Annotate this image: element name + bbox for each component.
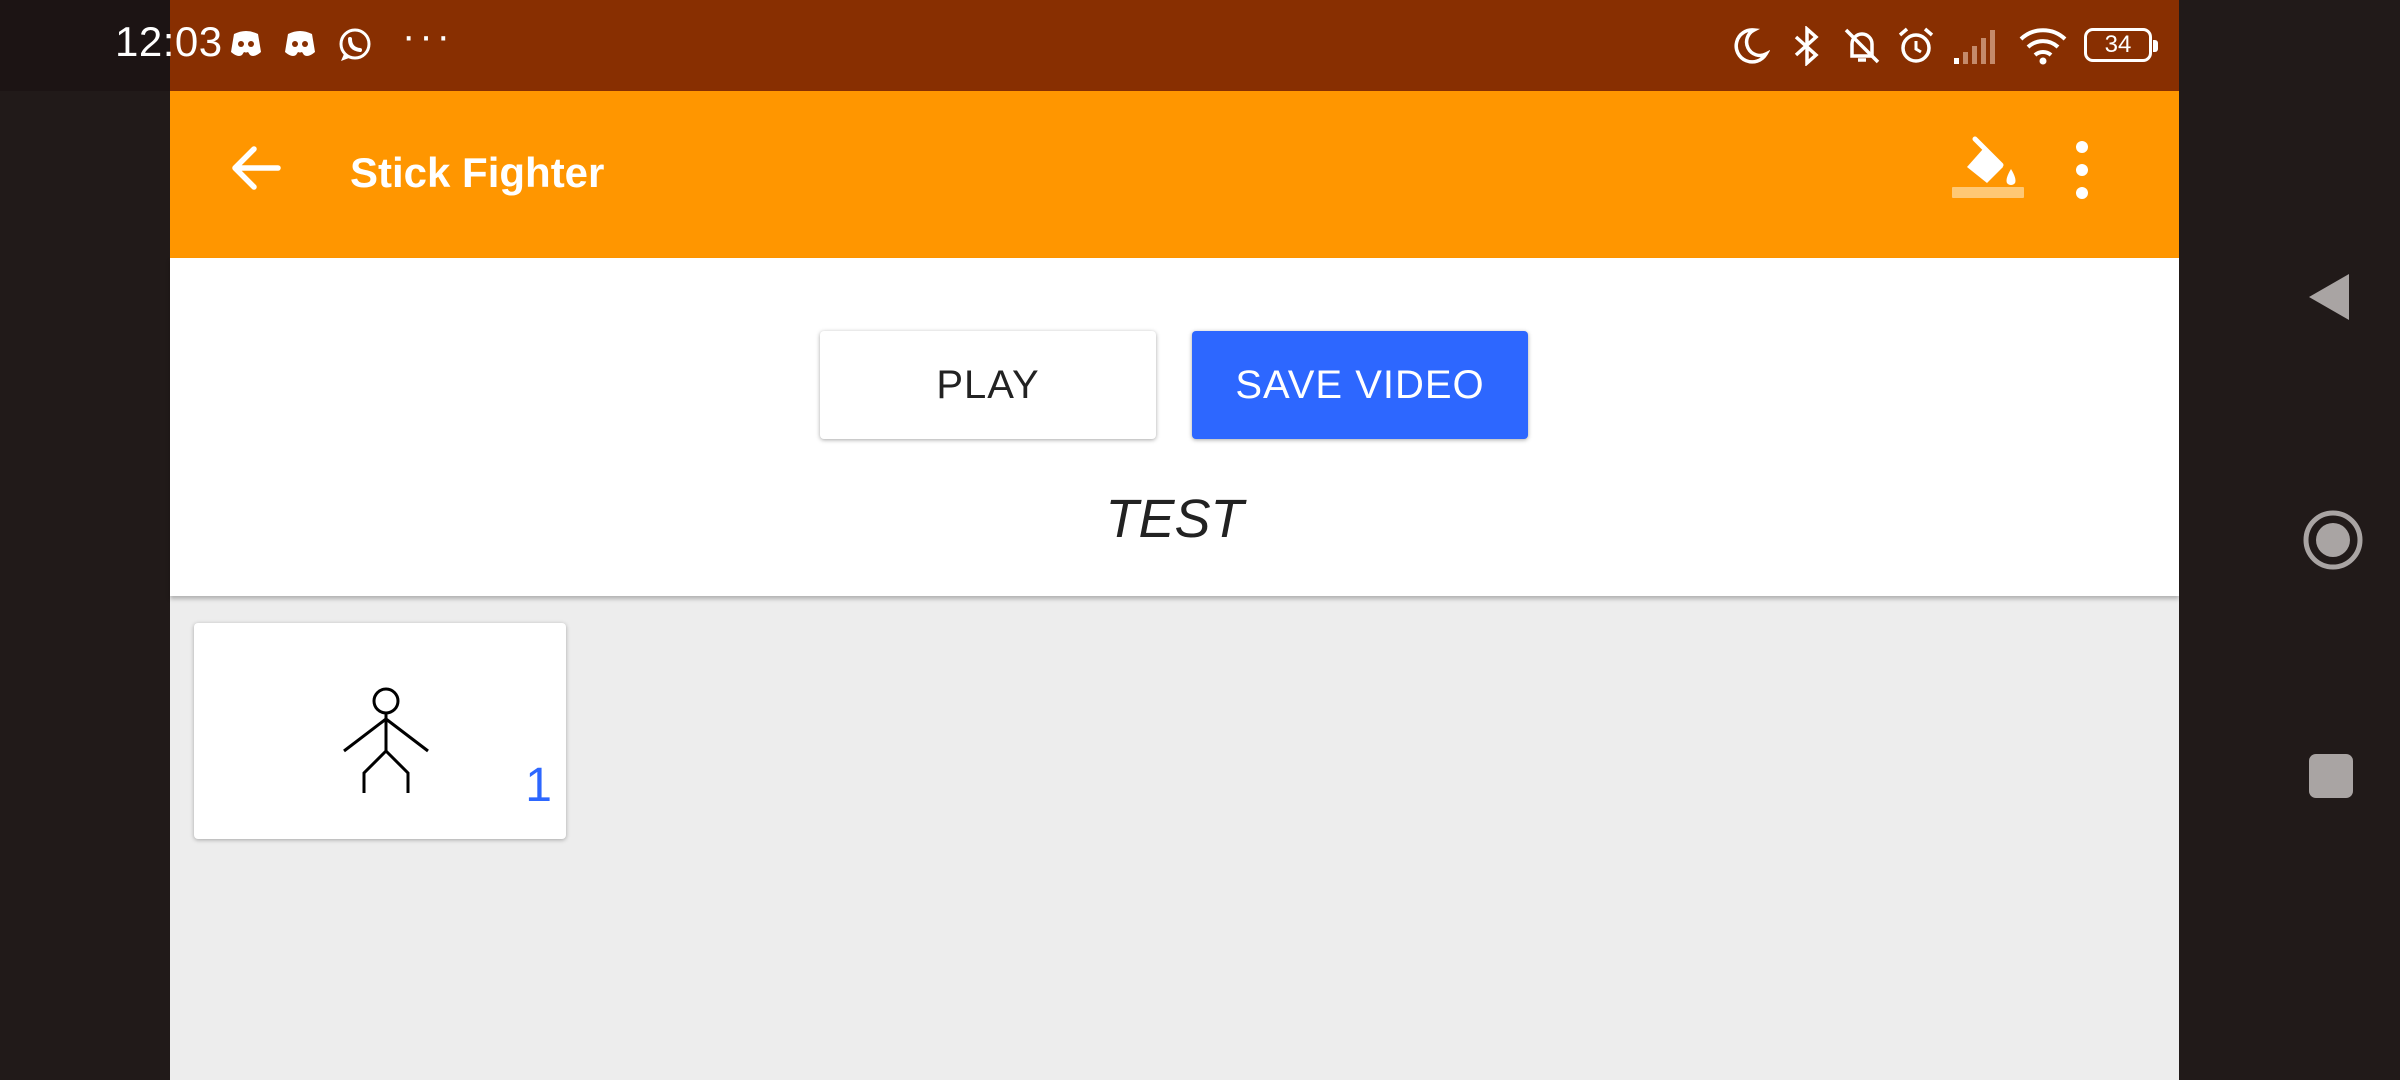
- system-nav-bar: [2179, 0, 2400, 1080]
- status-time: 12:03: [115, 18, 223, 65]
- animation-title[interactable]: TEST: [170, 488, 2179, 550]
- bluetooth-icon: [1794, 26, 1819, 66]
- discord-icon: [231, 31, 261, 56]
- more-vertical-icon[interactable]: [2070, 137, 2094, 203]
- alarm-icon: [1898, 27, 1934, 63]
- app-title: Stick Fighter: [350, 149, 605, 196]
- app-window: Stick Fighter PLAY SAVE VIDEO TEST 1: [170, 91, 2179, 1080]
- back-triangle-icon[interactable]: [2305, 272, 2351, 322]
- playback-panel: PLAY SAVE VIDEO TEST: [170, 258, 2179, 596]
- status-more-indicator: ···: [402, 14, 454, 58]
- signal-icon: [1954, 30, 1995, 64]
- play-button[interactable]: PLAY: [820, 331, 1156, 439]
- stick-figure-preview: [343, 687, 429, 793]
- app-bar: Stick Fighter: [170, 91, 2179, 258]
- frame-number: 1: [525, 759, 552, 812]
- discord-icon: [285, 31, 315, 56]
- wifi-icon: [2019, 28, 2067, 65]
- fill-color-swatch: [1952, 187, 2024, 198]
- recents-square-icon[interactable]: [2309, 754, 2353, 798]
- battery-icon: 34: [2084, 28, 2158, 62]
- arrow-left-icon[interactable]: [224, 135, 290, 201]
- bell-off-icon: [1844, 28, 1880, 64]
- home-circle-icon[interactable]: [2301, 508, 2365, 572]
- save-video-button[interactable]: SAVE VIDEO: [1192, 331, 1528, 439]
- moon-icon: [1734, 28, 1770, 64]
- frame-thumbnail[interactable]: 1: [194, 623, 566, 839]
- whatsapp-icon: [339, 28, 371, 61]
- status-bar: 12:03 ··· 34: [0, 0, 2258, 91]
